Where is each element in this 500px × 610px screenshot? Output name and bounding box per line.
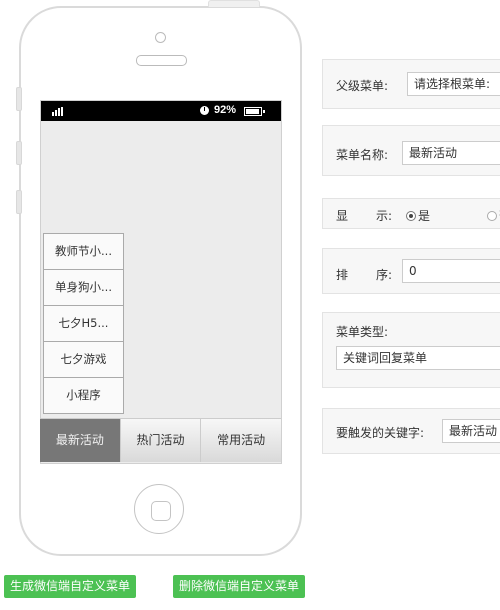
battery-icon [244, 107, 265, 116]
radio-checked-icon[interactable] [406, 211, 416, 221]
keyword-label: 要触发的关键字: [336, 426, 425, 440]
menu-tab-latest[interactable]: 最新活动 [40, 419, 120, 462]
display-option-yes[interactable]: 是 [406, 207, 430, 224]
menu-tab-common[interactable]: 常用活动 [200, 419, 282, 462]
alarm-icon [200, 106, 209, 115]
parent-menu-select[interactable]: 请选择根菜单: [407, 72, 500, 96]
submenu-item[interactable]: 小程序 [44, 378, 123, 413]
menu-bottom-bar: 最新活动 热门活动 常用活动 [40, 418, 282, 462]
status-bar: 92% [41, 101, 281, 121]
display-yes-text: 是 [418, 209, 431, 223]
submenu-item[interactable]: 教师节小... [44, 234, 123, 270]
phone-speaker [136, 55, 187, 66]
sort-panel: 排 序: 0 [322, 248, 500, 294]
submenu-item[interactable]: 单身狗小... [44, 270, 123, 306]
phone-volume-up-button [16, 141, 22, 165]
home-square-icon [151, 501, 171, 521]
phone-volume-down-button [16, 190, 22, 214]
display-label-2: 示: [376, 209, 393, 223]
menu-name-label: 菜单名称: [336, 148, 389, 162]
keyword-panel: 要触发的关键字: 最新活动 [322, 408, 500, 454]
parent-menu-label: 父级菜单: [336, 79, 389, 93]
generate-menu-button[interactable]: 生成微信端自定义菜单 [4, 575, 137, 598]
battery-percentage: 92% [214, 104, 237, 116]
delete-menu-button[interactable]: 删除微信端自定义菜单 [173, 575, 306, 598]
phone-mute-switch [16, 87, 22, 111]
menu-type-panel: 菜单类型: 关键词回复菜单 [322, 312, 500, 388]
sort-input[interactable]: 0 [402, 259, 500, 283]
keyword-input[interactable]: 最新活动 [442, 419, 500, 443]
menu-tab-hot[interactable]: 热门活动 [119, 419, 201, 462]
display-panel: 显 示: 是 否 [322, 198, 500, 229]
menu-type-label: 菜单类型: [336, 325, 389, 339]
menu-name-panel: 菜单名称: 最新活动 [322, 125, 500, 176]
menu-name-input[interactable]: 最新活动 [402, 141, 500, 165]
sort-label-2: 序: [376, 268, 393, 282]
menu-type-select[interactable]: 关键词回复菜单 [336, 346, 500, 370]
signal-bars-icon [52, 107, 66, 116]
phone-power-button [208, 0, 260, 7]
parent-menu-panel: 父级菜单: 请选择根菜单: [322, 59, 500, 109]
submenu-item[interactable]: 七夕H5... [44, 306, 123, 342]
display-label-1: 显 [336, 209, 349, 223]
display-option-no[interactable]: 否 [487, 207, 500, 224]
submenu-item[interactable]: 七夕游戏 [44, 342, 123, 378]
submenu-list: 教师节小... 单身狗小... 七夕H5... 七夕游戏 小程序 [43, 233, 124, 414]
radio-unchecked-icon[interactable] [487, 211, 497, 221]
sort-label-1: 排 [336, 268, 349, 282]
phone-home-button [134, 484, 184, 534]
phone-camera-icon [155, 32, 166, 43]
